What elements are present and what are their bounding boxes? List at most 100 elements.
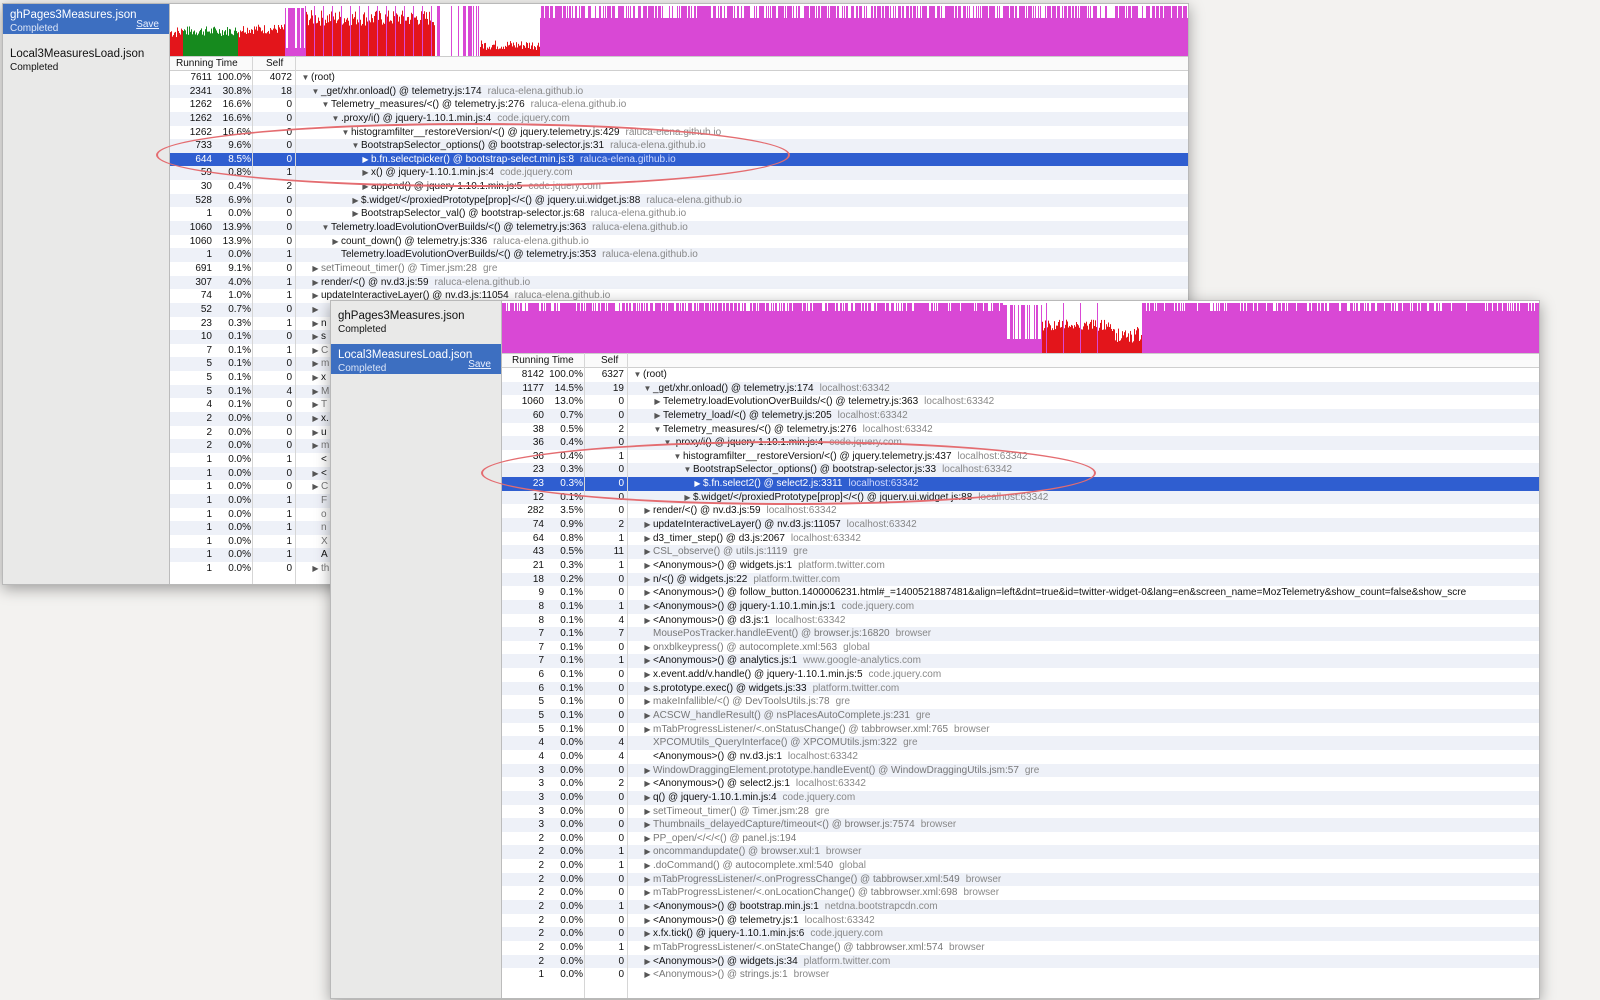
call-tree-row[interactable]: 2 0.0% 1 ▶ oncommandupdate() @ browser.xul:1… — [502, 845, 1539, 860]
disclosure-triangle-icon[interactable]: ▶ — [360, 153, 371, 167]
call-tree-row[interactable]: 1262 16.6% 0 ▼ histogramfilter__restoreVersi… — [170, 125, 1188, 140]
disclosure-triangle-icon[interactable]: ▶ — [310, 398, 321, 412]
disclosure-triangle-icon[interactable]: ▶ — [350, 207, 361, 221]
save-link[interactable]: Save — [468, 359, 491, 370]
disclosure-triangle-icon[interactable]: ▶ — [642, 955, 653, 969]
disclosure-triangle-icon[interactable]: ▶ — [642, 777, 653, 791]
timeline-graph[interactable] — [170, 4, 1188, 57]
disclosure-triangle-icon[interactable]: ▶ — [642, 873, 653, 887]
call-tree-row[interactable]: 1262 16.6% 0 ▼ .proxy/i() @ jquery-1.10.1.mi… — [170, 111, 1188, 126]
call-tree-row[interactable]: 2 0.0% 0 ▶ mTabProgressListener/<.onProgress… — [502, 872, 1539, 887]
disclosure-triangle-icon[interactable]: ▶ — [310, 426, 321, 440]
disclosure-triangle-icon[interactable]: ▶ — [642, 914, 653, 928]
call-tree-row[interactable]: 18 0.2% 0 ▶ n/<() @ widgets.js:22 platform.tw… — [502, 572, 1539, 587]
disclosure-triangle-icon[interactable]: ▶ — [642, 695, 653, 709]
disclosure-triangle-icon[interactable]: ▶ — [642, 723, 653, 737]
call-tree-row[interactable]: 1060 13.9% 0 ▶ count_down() @ telemetry.js:3… — [170, 234, 1188, 249]
profile-item-ghpages[interactable]: ghPages3Measures.json Completed — [331, 305, 501, 335]
disclosure-triangle-icon[interactable]: ▶ — [642, 518, 653, 532]
call-tree-row[interactable]: 4 0.0% 4 XPCOMUtils_QueryInterface() @ XPCO… — [502, 736, 1539, 750]
disclosure-triangle-icon[interactable]: ▶ — [642, 559, 653, 573]
call-tree-row[interactable]: 8 0.1% 4 ▶ <Anonymous>() @ d3.js:1 localhost:… — [502, 613, 1539, 628]
call-tree-row[interactable]: 2341 30.8% 18 ▼ _get/xhr.onload() @ telemetr… — [170, 84, 1188, 99]
disclosure-triangle-icon[interactable]: ▼ — [662, 436, 673, 450]
call-tree-row[interactable]: 2 0.0% 0 ▶ mTabProgressListener/<.onLocation… — [502, 886, 1539, 900]
call-tree-row[interactable]: 2 0.0% 1 ▶ mTabProgressListener/<.onStateCha… — [502, 940, 1539, 955]
call-tree-row[interactable]: 3 0.0% 0 ▶ q() @ jquery-1.10.1.min.js:4 code.… — [502, 790, 1539, 805]
call-tree-row[interactable]: 9 0.1% 0 ▶ <Anonymous>() @ follow_button.140… — [502, 586, 1539, 600]
self-header[interactable]: Self — [601, 355, 618, 366]
disclosure-triangle-icon[interactable]: ▶ — [642, 818, 653, 832]
call-tree-row[interactable]: 1 0.0% 0 ▶ BootstrapSelector_val() @ bootstr… — [170, 207, 1188, 222]
disclosure-triangle-icon[interactable]: ▼ — [632, 368, 643, 382]
call-tree-row[interactable]: 1 0.0% 0 ▶ <Anonymous>() @ strings.js:1 brows… — [502, 968, 1539, 982]
call-tree-row[interactable]: 30 0.4% 2 ▶ append() @ jquery-1.10.1.min.js:… — [170, 180, 1188, 194]
disclosure-triangle-icon[interactable]: ▶ — [642, 600, 653, 614]
call-tree-row[interactable]: 64 0.8% 1 ▶ d3_timer_step() @ d3.js:2067 loca… — [502, 531, 1539, 546]
disclosure-triangle-icon[interactable]: ▼ — [300, 71, 311, 85]
disclosure-triangle-icon[interactable]: ▶ — [642, 859, 653, 873]
disclosure-triangle-icon[interactable]: ▶ — [642, 545, 653, 559]
disclosure-triangle-icon[interactable]: ▶ — [642, 709, 653, 723]
call-tree-row[interactable]: 2 0.0% 0 ▶ x.fx.tick() @ jquery-1.10.1.min.j… — [502, 927, 1539, 941]
disclosure-triangle-icon[interactable]: ▼ — [672, 450, 683, 464]
disclosure-triangle-icon[interactable]: ▼ — [330, 112, 341, 126]
call-tree-row[interactable]: 59 0.8% 1 ▶ x() @ jquery-1.10.1.min.js:4 code… — [170, 166, 1188, 181]
disclosure-triangle-icon[interactable]: ▶ — [642, 641, 653, 655]
disclosure-triangle-icon[interactable]: ▶ — [310, 303, 321, 317]
timeline-svg[interactable] — [170, 4, 1188, 56]
disclosure-triangle-icon[interactable]: ▶ — [310, 385, 321, 399]
disclosure-triangle-icon[interactable]: ▶ — [310, 344, 321, 358]
disclosure-triangle-icon[interactable]: ▶ — [310, 412, 321, 426]
profile-item-local[interactable]: Local3MeasuresLoad.json Completed — [3, 43, 169, 73]
call-tree-row[interactable]: 5 0.1% 0 ▶ mTabProgressListener/<.onStatusCh… — [502, 722, 1539, 737]
disclosure-triangle-icon[interactable]: ▶ — [310, 371, 321, 385]
disclosure-triangle-icon[interactable]: ▼ — [320, 98, 331, 112]
disclosure-triangle-icon[interactable]: ▶ — [642, 886, 653, 900]
disclosure-triangle-icon[interactable]: ▶ — [642, 573, 653, 587]
call-tree-row[interactable]: 60 0.7% 0 ▶ Telemetry_load/<() @ telemetry.j… — [502, 408, 1539, 423]
running-time-header[interactable]: Running Time — [512, 355, 574, 366]
call-tree-row[interactable]: 2 0.0% 0 ▶ PP_open/</</<() @ panel.js:194 — [502, 831, 1539, 846]
disclosure-triangle-icon[interactable]: ▶ — [310, 439, 321, 453]
call-tree-row[interactable]: 3 0.0% 2 ▶ <Anonymous>() @ select2.js:1 local… — [502, 777, 1539, 791]
disclosure-triangle-icon[interactable]: ▶ — [310, 262, 321, 276]
call-tree-row[interactable]: 733 9.6% 0 ▼ BootstrapSelector_options() @ b… — [170, 139, 1188, 153]
call-tree-row[interactable]: 528 6.9% 0 ▶ $.widget/</proxiedPrototype[pro… — [170, 193, 1188, 208]
call-tree-row[interactable]: 21 0.3% 1 ▶ <Anonymous>() @ widgets.js:1 plat… — [502, 558, 1539, 573]
disclosure-triangle-icon[interactable]: ▼ — [350, 139, 361, 153]
call-tree-row[interactable]: 307 4.0% 1 ▶ render/<() @ nv.d3.js:59 raluca-… — [170, 275, 1188, 290]
call-tree-row[interactable]: 2 0.0% 0 ▶ <Anonymous>() @ telemetry.js:1 loc… — [502, 913, 1539, 928]
disclosure-triangle-icon[interactable]: ▶ — [642, 764, 653, 778]
profile-item-ghpages[interactable]: ghPages3Measures.json Completed Save — [3, 4, 169, 34]
call-tree-row[interactable]: 3 0.0% 0 ▶ setTimeout_timer() @ Timer.jsm:28… — [502, 804, 1539, 819]
disclosure-triangle-icon[interactable]: ▶ — [330, 235, 341, 249]
disclosure-triangle-icon[interactable]: ▶ — [642, 586, 653, 600]
call-tree-row-selected[interactable]: 644 8.5% 0 ▶ b.fn.selectpicker() @ bootstrap… — [170, 152, 1188, 167]
running-time-header[interactable]: Running Time — [176, 58, 238, 69]
disclosure-triangle-icon[interactable]: ▶ — [310, 276, 321, 290]
disclosure-triangle-icon[interactable]: ▶ — [642, 668, 653, 682]
disclosure-triangle-icon[interactable]: ▶ — [310, 330, 321, 344]
disclosure-triangle-icon[interactable]: ▶ — [652, 395, 663, 409]
call-tree-row[interactable]: 6 0.1% 0 ▶ s.prototype.exec() @ widgets.js:3… — [502, 681, 1539, 696]
call-tree-row[interactable]: 8142 100.0% 6327 ▼ (root) — [502, 368, 1539, 382]
disclosure-triangle-icon[interactable]: ▶ — [310, 562, 321, 576]
call-tree-row[interactable]: 4 0.0% 4 <Anonymous>() @ nv.d3.js:1 localhos… — [502, 749, 1539, 764]
call-tree-row[interactable]: 7 0.1% 1 ▶ <Anonymous>() @ analytics.js:1 www… — [502, 654, 1539, 669]
call-tree-row[interactable]: 282 3.5% 0 ▶ render/<() @ nv.d3.js:59 localho… — [502, 504, 1539, 519]
disclosure-triangle-icon[interactable]: ▶ — [310, 317, 321, 331]
disclosure-triangle-icon[interactable]: ▶ — [642, 614, 653, 628]
call-tree-row[interactable]: 3 0.0% 0 ▶ WindowDraggingElement.prototype.h… — [502, 763, 1539, 778]
call-tree-row[interactable]: 7 0.1% 7 MousePosTracker.handleEvent() @ br… — [502, 627, 1539, 641]
call-tree-row[interactable]: 74 0.9% 2 ▶ updateInteractiveLayer() @ nv.d3… — [502, 518, 1539, 532]
disclosure-triangle-icon[interactable]: ▶ — [360, 166, 371, 180]
call-tree-row[interactable]: 1262 16.6% 0 ▼ Telemetry_measures/<() @ tele… — [170, 98, 1188, 112]
disclosure-triangle-icon[interactable]: ▶ — [642, 682, 653, 696]
disclosure-triangle-icon[interactable]: ▶ — [652, 409, 663, 423]
call-tree-row[interactable]: 2 0.0% 0 ▶ <Anonymous>() @ widgets.js:34 plat… — [502, 954, 1539, 969]
call-tree-row[interactable]: 5 0.1% 0 ▶ makeInfallible/<() @ DevToolsUtil… — [502, 695, 1539, 710]
disclosure-triangle-icon[interactable]: ▶ — [360, 180, 371, 194]
call-tree-row[interactable]: 38 0.5% 2 ▼ Telemetry_measures/<() @ telemet… — [502, 422, 1539, 437]
disclosure-triangle-icon[interactable]: ▶ — [642, 504, 653, 518]
